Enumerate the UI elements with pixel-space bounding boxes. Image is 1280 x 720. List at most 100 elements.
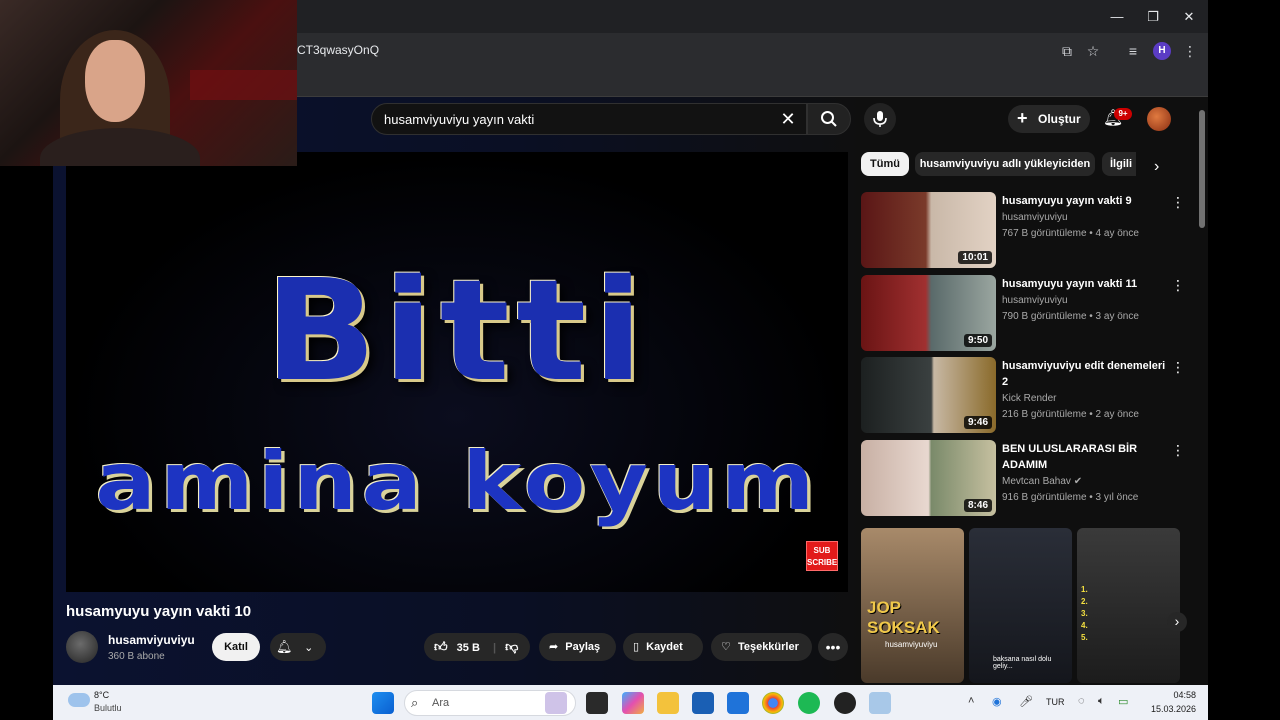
install-app-icon[interactable]: ⧉ <box>1058 42 1076 60</box>
video-frame-title-line1: Bitti <box>264 250 650 413</box>
video-duration: 8:46 <box>963 499 992 512</box>
channel-subscriber-count: 360 B abone <box>108 651 165 662</box>
channel-avatar[interactable] <box>66 631 98 663</box>
kebab-menu-icon[interactable]: ⋮ <box>1171 442 1185 459</box>
share-button[interactable]: ➦ Paylaş <box>539 633 616 661</box>
wifi-icon[interactable]: ◌ <box>1078 695 1085 707</box>
close-window-button[interactable]: ✕ <box>1179 8 1199 26</box>
maximize-button[interactable]: ❐ <box>1143 8 1163 26</box>
subscribe-overlay-top: SUB <box>813 546 831 555</box>
thumbs-up-icon: 👍︎ <box>434 639 448 654</box>
video-player[interactable]: Bitti amina koyum SUB SCRIBE <box>66 152 848 592</box>
kebab-menu-icon[interactable]: ⋮ <box>1171 194 1185 211</box>
search-highlight-icon <box>545 692 567 714</box>
user-avatar[interactable] <box>1147 107 1171 131</box>
chip-from-uploader[interactable]: husamviyuviyu adlı yükleyiciden <box>915 152 1095 176</box>
kebab-menu-icon[interactable]: ⋮ <box>1171 277 1185 294</box>
recommendation-title[interactable]: BEN ULUSLARARASI BİR ADAMIM <box>1002 441 1172 473</box>
recommendation-channel[interactable]: husamviyuviyu <box>1002 295 1068 306</box>
video-thumbnail[interactable]: 9:50 <box>861 275 996 351</box>
scrollbar-thumb[interactable] <box>1199 110 1205 228</box>
more-actions-button[interactable]: ••• <box>818 633 848 661</box>
thumbs-down-icon[interactable]: 👎︎ <box>505 639 518 654</box>
cloud-icon[interactable] <box>68 693 90 707</box>
voice-search-button[interactable] <box>864 103 896 135</box>
network-tray-icon[interactable]: ◉ <box>992 695 1002 708</box>
notifications-badge: 9+ <box>1114 108 1132 120</box>
weather-description[interactable]: Bulutlu <box>94 703 122 713</box>
copilot-icon[interactable] <box>622 692 644 714</box>
recommendation-channel[interactable]: Kick Render <box>1002 393 1056 404</box>
minimize-button[interactable]: — <box>1107 8 1127 26</box>
chrome-icon[interactable] <box>762 692 784 714</box>
chevron-up-icon[interactable]: ˄ <box>968 695 974 707</box>
recommendation-meta: 216 B görüntüleme • 2 ay önce <box>1002 409 1139 420</box>
search-icon: ⌕ <box>411 695 419 710</box>
recommendation-title[interactable]: husamyuyu yayın vakti 11 <box>1002 276 1172 292</box>
subscription-bell-button[interactable]: 🔔︎ ⌄ <box>270 633 326 661</box>
browser-profile-avatar[interactable]: H <box>1153 42 1171 60</box>
chip-related[interactable]: İlgili <box>1102 152 1136 176</box>
taskbar-search-placeholder: Ara <box>432 697 450 709</box>
thanks-button[interactable]: ♡ Teşekkürler <box>711 633 812 661</box>
microsoft-store-icon[interactable] <box>692 692 714 714</box>
file-explorer-icon[interactable] <box>657 692 679 714</box>
windows-start-icon[interactable] <box>372 692 394 714</box>
recommendation-item[interactable]: 9:50 husamyuyu yayın vakti 11 husamviyuv… <box>861 275 1191 351</box>
short-thumbnail[interactable]: 1. 2. 3. 4. 5. <box>1077 528 1180 683</box>
chevron-right-icon[interactable]: › <box>1154 158 1159 176</box>
volume-icon[interactable]: 🔈︎ <box>1098 695 1105 708</box>
task-view-icon[interactable] <box>586 692 608 714</box>
video-duration: 9:50 <box>963 334 992 347</box>
settings-gear-icon[interactable] <box>869 692 891 714</box>
search-button[interactable] <box>807 103 851 135</box>
recommendation-channel[interactable]: Mevtcan Bahav ✔ <box>1002 476 1082 487</box>
like-count: 35 B <box>456 642 480 654</box>
video-thumbnail[interactable]: 8:46 <box>861 440 996 516</box>
bookmark-icon: ▯ <box>633 641 640 653</box>
thanks-label: Teşekkürler <box>737 641 799 653</box>
weather-temperature[interactable]: 8°C <box>94 690 109 700</box>
share-label: Paylaş <box>565 641 601 653</box>
person-face <box>85 40 145 122</box>
recommendation-item[interactable]: 10:01 husamyuyu yayın vakti 9 husamviyuv… <box>861 192 1191 268</box>
shorts-next-arrow-icon[interactable]: › <box>1167 612 1187 632</box>
battery-icon[interactable]: ▭ <box>1118 695 1128 708</box>
recommendation-channel[interactable]: husamviyuviyu <box>1002 212 1068 223</box>
join-button[interactable]: Katıl <box>212 633 260 661</box>
spotify-icon[interactable] <box>798 692 820 714</box>
app-icon[interactable] <box>834 692 856 714</box>
short-caption-bottom: husamviyuviyu <box>885 640 938 649</box>
bookmark-star-icon[interactable]: ☆ <box>1084 42 1102 60</box>
media-controls-icon[interactable]: ≡ <box>1124 42 1142 60</box>
short-thumbnail[interactable]: JOP SOKSAK husamviyuviyu <box>861 528 964 683</box>
clock-time[interactable]: 04:58 <box>1162 690 1196 700</box>
input-language[interactable]: TUR <box>1046 697 1065 707</box>
save-label: Kaydet <box>646 641 683 653</box>
like-button[interactable]: 👍︎ 35 B | 👎︎ <box>424 633 530 661</box>
short-thumbnail[interactable]: baksana nasıl dolu geliy... <box>969 528 1072 683</box>
video-thumbnail[interactable]: 9:46 <box>861 357 996 433</box>
microphone-tray-icon[interactable]: 🎤︎ <box>1019 695 1033 708</box>
url-text[interactable]: CT3qwasyOnQ <box>297 43 379 57</box>
recommendation-item[interactable]: 9:46 husamviyuviyu edit denemeleri 2 Kic… <box>861 357 1191 433</box>
outlook-icon[interactable] <box>727 692 749 714</box>
save-button[interactable]: ▯ Kaydet <box>623 633 703 661</box>
clock-date[interactable]: 15.03.2026 <box>1146 704 1196 714</box>
browser-menu-icon[interactable]: ⋮ <box>1181 42 1199 60</box>
kebab-menu-icon[interactable]: ⋮ <box>1171 359 1185 376</box>
recommendation-item[interactable]: 8:46 BEN ULUSLARARASI BİR ADAMIM Mevtcan… <box>861 440 1191 516</box>
right-letterbox <box>1208 0 1280 720</box>
recommendation-meta: 790 B görüntüleme • 3 ay önce <box>1002 311 1139 322</box>
video-duration: 9:46 <box>963 416 992 429</box>
chevron-down-icon: ⌄ <box>304 642 314 654</box>
channel-name[interactable]: husamviyuviyu <box>108 633 195 647</box>
recommendation-title[interactable]: husamyuyu yayın vakti 9 <box>1002 193 1172 209</box>
video-thumbnail[interactable]: 10:01 <box>861 192 996 268</box>
clear-search-icon[interactable]: ✕ <box>778 109 798 130</box>
recommendation-meta: 767 B görüntüleme • 4 ay önce <box>1002 228 1139 239</box>
microphone-icon <box>873 110 887 127</box>
search-query[interactable]: husamviyuviyu yayın vakti <box>384 112 534 127</box>
recommendation-title[interactable]: husamviyuviyu edit denemeleri 2 <box>1002 358 1172 390</box>
chip-all[interactable]: Tümü <box>861 152 909 176</box>
